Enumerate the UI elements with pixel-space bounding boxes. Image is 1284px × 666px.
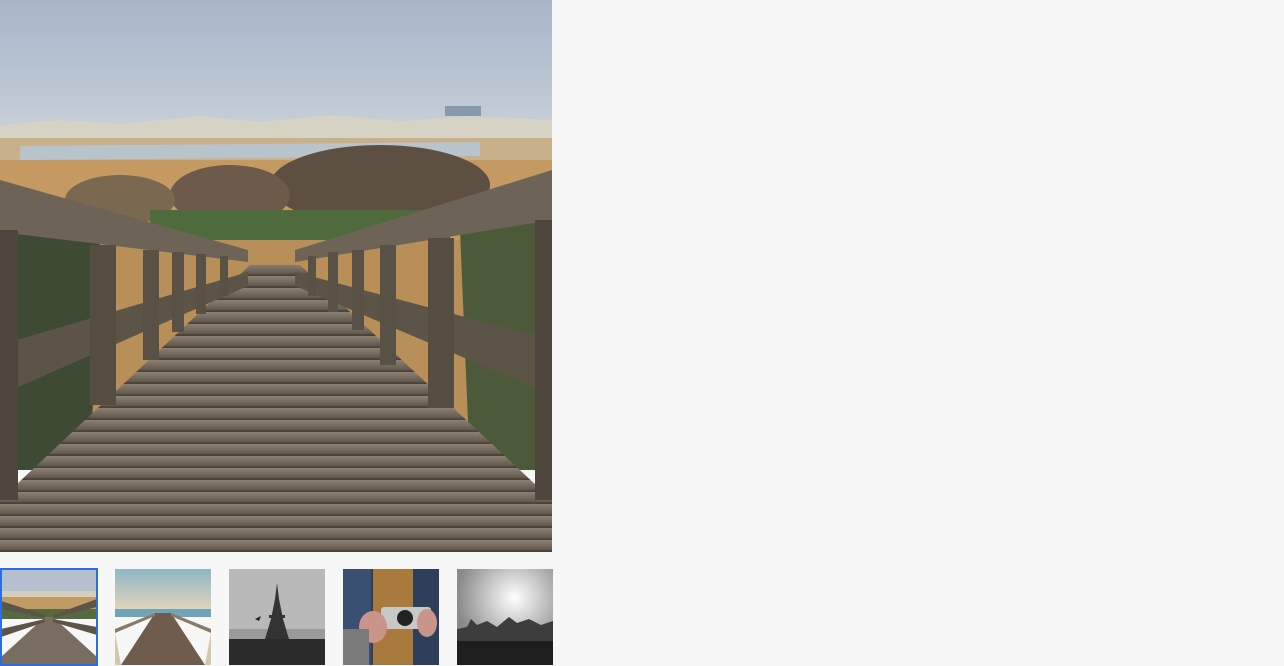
main-photo[interactable]: [0, 0, 552, 552]
boardwalk-photo-image: [0, 0, 552, 552]
thumbnail-boardwalk[interactable]: [0, 568, 98, 666]
pier-ocean-icon: [115, 569, 211, 665]
thumbnail-strip: [0, 568, 560, 666]
thumbnail-camera[interactable]: [343, 569, 439, 665]
thumbnail-eiffel[interactable]: [229, 569, 325, 665]
boardwalk-dunes-icon: [1, 569, 97, 665]
camera-hands-icon: [343, 569, 439, 665]
city-skyline-icon: [457, 569, 553, 665]
thumbnail-pier[interactable]: [115, 569, 211, 665]
thumbnail-skyline[interactable]: [457, 569, 553, 665]
eiffel-tower-icon: [229, 569, 325, 665]
